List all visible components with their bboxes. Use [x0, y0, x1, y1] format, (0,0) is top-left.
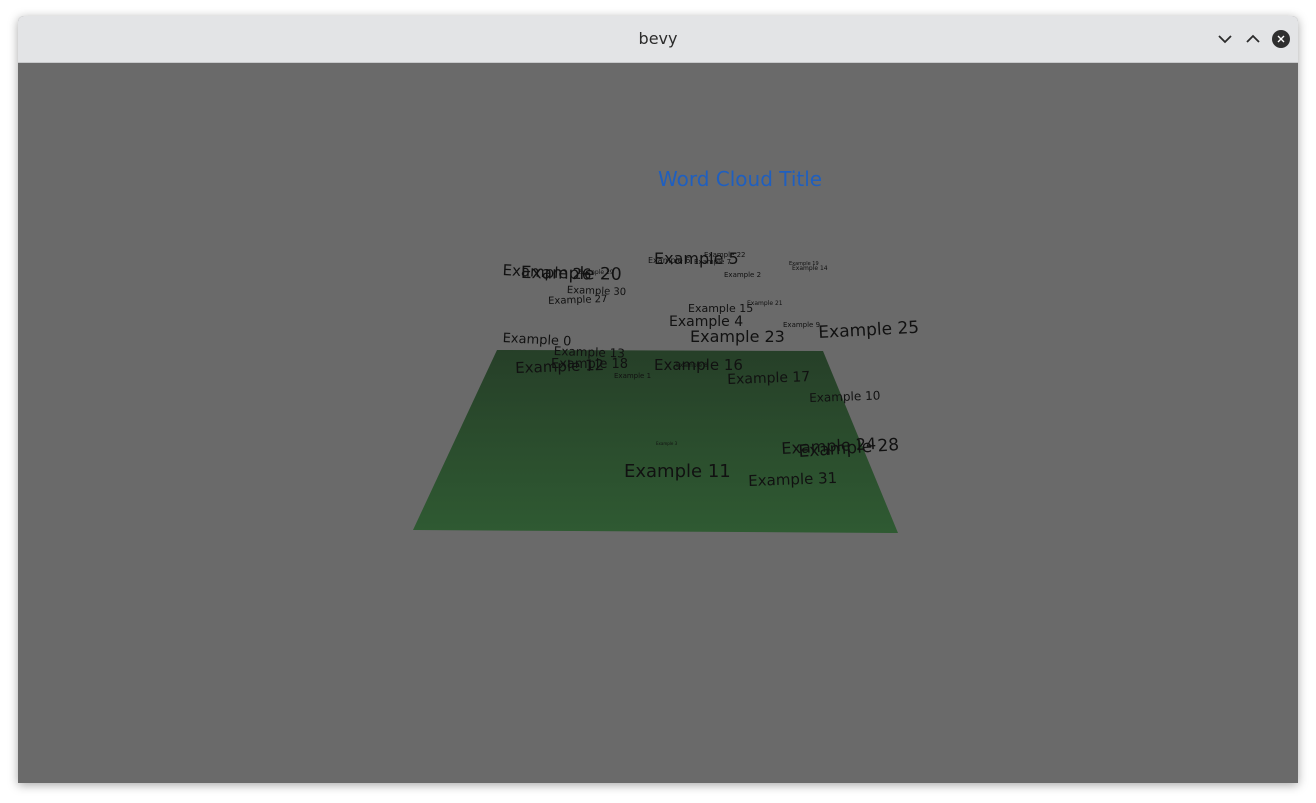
close-button[interactable] [1270, 28, 1292, 50]
word-label: Example 23 [690, 327, 785, 346]
word-label: Example 7 [694, 258, 732, 266]
minimize-button[interactable] [1214, 28, 1236, 50]
word-label: Example 9 [783, 321, 821, 329]
chevron-up-icon [1246, 34, 1260, 44]
word-label: Example 31 [747, 468, 838, 490]
word-label: Example 8 [676, 362, 708, 369]
chevron-down-icon [1218, 34, 1232, 44]
word-label: Example 11 [624, 461, 731, 482]
app-window: bevy Word Cloud Title Example 26 Example… [18, 16, 1298, 783]
word-label: Example 12 [514, 355, 605, 377]
word-label: Example 3 [656, 441, 678, 446]
word-label: Example 17 [726, 369, 811, 388]
word-label: Example 1 [614, 372, 652, 380]
window-title: bevy [638, 29, 678, 48]
word-label: Example 15 [688, 302, 754, 315]
word-cloud-title: Word Cloud Title [658, 167, 823, 191]
word-label: Example 10 [808, 388, 881, 405]
close-icon [1272, 30, 1290, 48]
word-label: Example 21 [747, 300, 783, 307]
word-label: Example 27 [547, 293, 608, 307]
title-bar[interactable]: bevy [18, 16, 1298, 63]
maximize-button[interactable] [1242, 28, 1264, 50]
render-viewport[interactable]: Word Cloud Title Example 26 Example 20 E… [18, 63, 1298, 783]
word-label: Example 2 [724, 271, 762, 279]
word-label: Example 6 [648, 256, 691, 265]
word-label: Example 19 [789, 261, 819, 267]
word-label: Example 29 [578, 269, 614, 276]
